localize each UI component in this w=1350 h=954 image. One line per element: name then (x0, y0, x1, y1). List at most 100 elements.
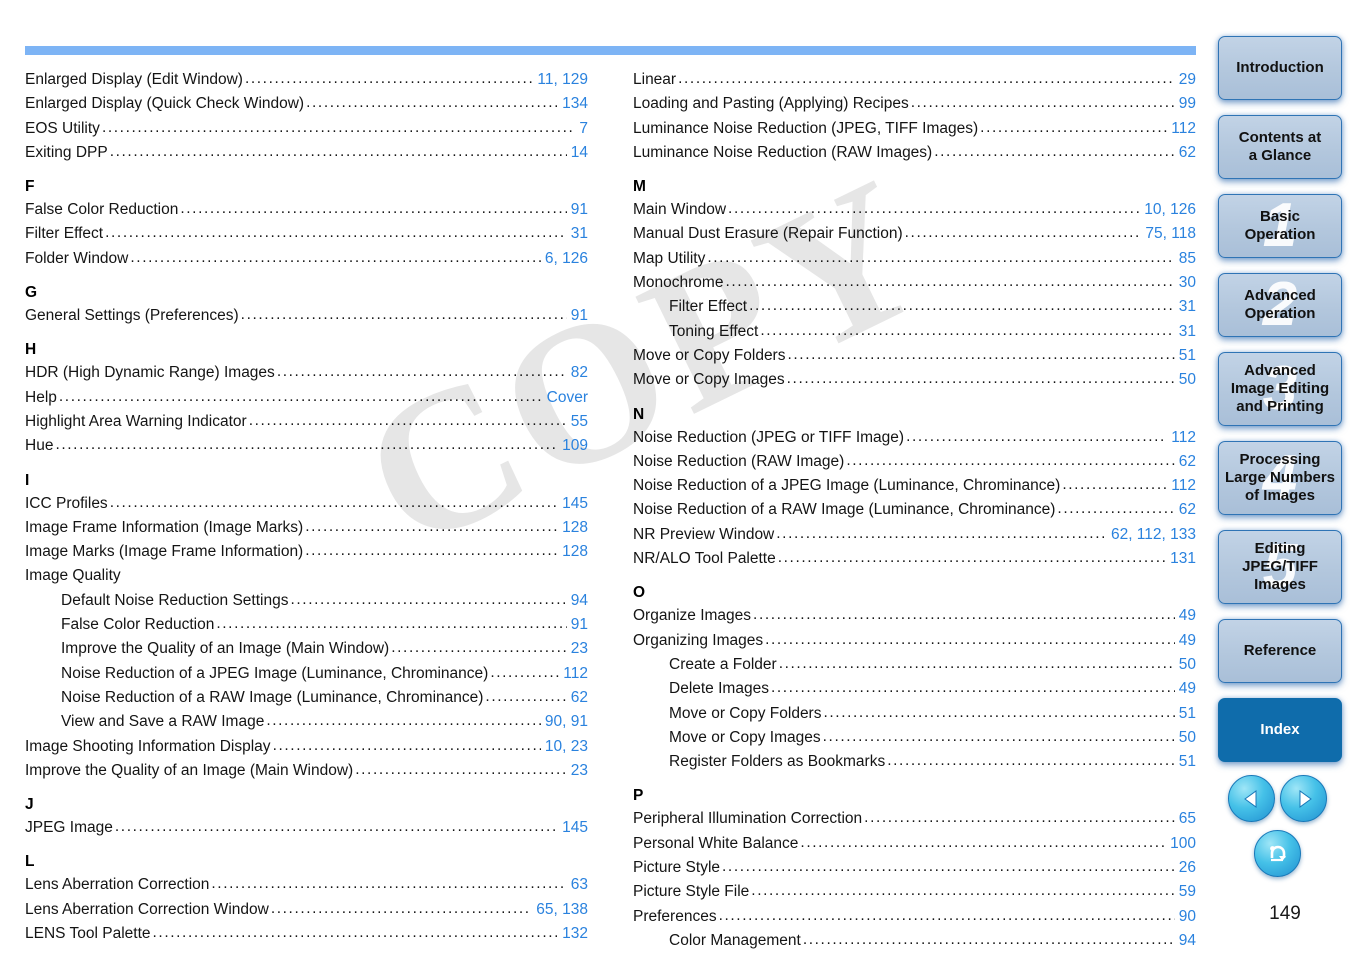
index-entry[interactable]: View and Save a RAW Image...............… (25, 710, 588, 734)
index-entry-page-link[interactable]: 49 (1177, 677, 1196, 701)
index-entry[interactable]: Organize Images.........................… (633, 604, 1196, 628)
sidebar-button-basic-operation[interactable]: 1 Basic Operation (1218, 194, 1342, 258)
index-entry[interactable]: Noise Reduction (RAW Image).............… (633, 450, 1196, 474)
sidebar-button-reference[interactable]: Reference (1218, 619, 1342, 683)
index-entry[interactable]: Help....................................… (25, 386, 588, 410)
index-entry-page-link[interactable]: 112 (1169, 426, 1196, 450)
index-entry-page-link[interactable]: 50 (1177, 653, 1196, 677)
index-entry[interactable]: ICC Profiles............................… (25, 492, 588, 516)
index-entry[interactable]: Noise Reduction of a RAW Image (Luminanc… (25, 686, 588, 710)
index-entry-page-link[interactable]: 94 (569, 589, 588, 613)
sidebar-button-introduction[interactable]: Introduction (1218, 36, 1342, 100)
index-entry[interactable]: Image Quality...........................… (25, 564, 588, 588)
index-entry[interactable]: Delete Images...........................… (633, 677, 1196, 701)
index-entry[interactable]: Move or Copy Images.....................… (633, 726, 1196, 750)
index-entry[interactable]: Create a Folder.........................… (633, 653, 1196, 677)
index-entry-page-link[interactable]: 90 (1177, 905, 1196, 929)
index-entry[interactable]: NR/ALO Tool Palette.....................… (633, 547, 1196, 571)
index-entry[interactable]: False Color Reduction...................… (25, 613, 588, 637)
index-entry-page-link[interactable]: 100 (1168, 832, 1196, 856)
index-entry-page-link[interactable]: 50 (1177, 368, 1196, 392)
index-entry[interactable]: LENS Tool Palette.......................… (25, 922, 588, 946)
index-entry-page-link[interactable]: 11, 129 (535, 68, 588, 92)
index-entry-page-link[interactable]: 62 (1177, 450, 1196, 474)
return-back-button[interactable] (1254, 830, 1301, 877)
index-entry-page-link[interactable]: 26 (1177, 856, 1196, 880)
index-entry-page-link[interactable]: 112 (1169, 117, 1196, 141)
index-entry-page-link[interactable]: 91 (569, 304, 588, 328)
index-entry-page-link[interactable]: 75, 118 (1143, 222, 1196, 246)
index-entry[interactable]: NR Preview Window.......................… (633, 523, 1196, 547)
index-entry-page-link[interactable]: 10, 126 (1142, 198, 1196, 222)
index-entry[interactable]: Highlight Area Warning Indicator........… (25, 410, 588, 434)
index-entry[interactable]: Picture Style...........................… (633, 856, 1196, 880)
index-entry[interactable]: Image Frame Information (Image Marks)...… (25, 516, 588, 540)
index-entry-page-link[interactable]: 99 (1177, 92, 1196, 116)
sidebar-button-editing-jpeg-tiff-images[interactable]: 5 Editing JPEG/TIFF Images (1218, 530, 1342, 604)
index-entry[interactable]: Color Management........................… (633, 929, 1196, 953)
index-entry-page-link[interactable]: 6, 126 (543, 247, 588, 271)
index-entry[interactable]: General Settings (Preferences)..........… (25, 304, 588, 328)
index-entry-page-link[interactable]: Cover (545, 386, 588, 410)
index-entry[interactable]: False Color Reduction...................… (25, 198, 588, 222)
index-entry[interactable]: Luminance Noise Reduction (RAW Images)..… (633, 141, 1196, 165)
index-entry[interactable]: Move or Copy Folders....................… (633, 344, 1196, 368)
index-entry[interactable]: Noise Reduction of a RAW Image (Luminanc… (633, 498, 1196, 522)
index-entry-page-link[interactable]: 128 (560, 516, 588, 540)
sidebar-button-contents-at-a-glance[interactable]: Contents at a Glance (1218, 115, 1342, 179)
index-entry-page-link[interactable]: 31 (1177, 320, 1196, 344)
index-entry[interactable]: Image Shooting Information Display......… (25, 735, 588, 759)
index-entry[interactable]: Filter Effect...........................… (25, 222, 588, 246)
index-entry-page-link[interactable]: 112 (561, 662, 588, 686)
index-entry-page-link[interactable]: 128 (560, 540, 588, 564)
previous-page-button[interactable] (1228, 775, 1275, 822)
index-entry-page-link[interactable]: 62 (569, 686, 588, 710)
index-entry-page-link[interactable]: 50 (1177, 726, 1196, 750)
index-entry-page-link[interactable]: 51 (1177, 344, 1196, 368)
sidebar-button-index[interactable]: Index (1218, 698, 1342, 762)
index-entry-page-link[interactable]: 82 (569, 361, 588, 385)
index-entry[interactable]: Default Noise Reduction Settings........… (25, 589, 588, 613)
index-entry[interactable]: Main Window.............................… (633, 198, 1196, 222)
index-entry-page-link[interactable]: 65 (1177, 807, 1196, 831)
index-entry-page-link[interactable]: 55 (569, 410, 588, 434)
index-entry-page-link[interactable]: 112 (1169, 474, 1196, 498)
index-entry[interactable]: Enlarged Display (Quick Check Window)...… (25, 92, 588, 116)
sidebar-button-advanced-operation[interactable]: 2 Advanced Operation (1218, 273, 1342, 337)
index-entry[interactable]: Enlarged Display (Edit Window)..........… (25, 68, 588, 92)
index-entry[interactable]: Peripheral Illumination Correction......… (633, 807, 1196, 831)
index-entry[interactable]: Hue.....................................… (25, 434, 588, 458)
index-entry-page-link[interactable]: 29 (1177, 68, 1196, 92)
index-entry-page-link[interactable]: 49 (1177, 629, 1196, 653)
index-entry-page-link[interactable]: 65, 138 (534, 898, 588, 922)
index-entry[interactable]: Linear..................................… (633, 68, 1196, 92)
index-entry-page-link[interactable]: 31 (569, 222, 588, 246)
index-entry-page-link[interactable]: 30 (1177, 271, 1196, 295)
index-entry-page-link[interactable]: 131 (1168, 547, 1196, 571)
index-entry[interactable]: Map Utility.............................… (633, 247, 1196, 271)
index-entry-page-link[interactable]: 59 (1177, 880, 1196, 904)
index-entry[interactable]: JPEG Image..............................… (25, 816, 588, 840)
index-entry[interactable]: Register Folders as Bookmarks...........… (633, 750, 1196, 774)
index-entry[interactable]: Move or Copy Images.....................… (633, 368, 1196, 392)
index-entry-page-link[interactable]: 90, 91 (543, 710, 588, 734)
index-entry[interactable]: Folder Window...........................… (25, 247, 588, 271)
index-entry[interactable]: Luminance Noise Reduction (JPEG, TIFF Im… (633, 117, 1196, 141)
index-entry-page-link[interactable]: 31 (1177, 295, 1196, 319)
index-entry[interactable]: Image Marks (Image Frame Information)...… (25, 540, 588, 564)
index-entry-page-link[interactable]: 23 (569, 637, 588, 661)
sidebar-button-advanced-image-editing-and-printing[interactable]: 3 Advanced Image Editing and Printing (1218, 352, 1342, 426)
index-entry[interactable]: Noise Reduction (JPEG or TIFF Image)....… (633, 426, 1196, 450)
index-entry[interactable]: Improve the Quality of an Image (Main Wi… (25, 759, 588, 783)
index-entry-page-link[interactable]: 7 (577, 117, 588, 141)
index-entry[interactable]: Loading and Pasting (Applying) Recipes..… (633, 92, 1196, 116)
index-entry[interactable]: Noise Reduction of a JPEG Image (Luminan… (633, 474, 1196, 498)
index-entry-page-link[interactable]: 62, 112, 133 (1109, 523, 1196, 547)
next-page-button[interactable] (1280, 775, 1327, 822)
index-entry-page-link[interactable]: 145 (560, 816, 588, 840)
index-entry[interactable]: Organizing Images.......................… (633, 629, 1196, 653)
index-entry[interactable]: EOS Utility.............................… (25, 117, 588, 141)
index-entry-page-link[interactable]: 51 (1177, 702, 1196, 726)
index-entry[interactable]: Move or Copy Folders....................… (633, 702, 1196, 726)
index-entry[interactable]: Filter Effect...........................… (633, 295, 1196, 319)
